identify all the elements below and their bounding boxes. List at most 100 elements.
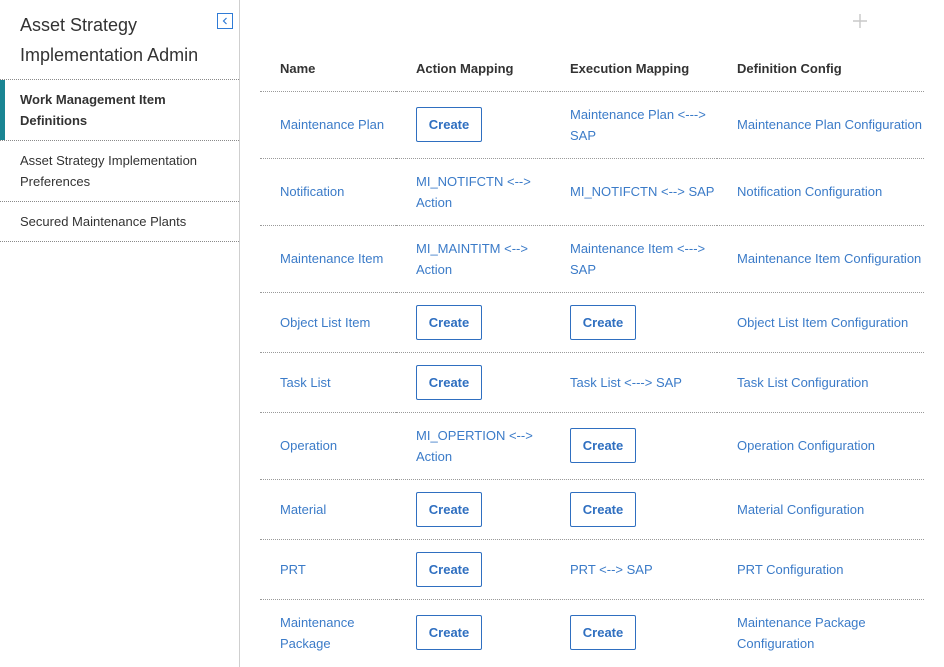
name-cell: Maintenance Plan (260, 90, 396, 158)
action-mapping-cell: Create (396, 90, 550, 158)
name-cell: Notification (260, 157, 396, 225)
action-mapping-cell: MI_OPERTION <--> Action (396, 411, 550, 479)
action-mapping-create-button[interactable]: Create (416, 491, 482, 527)
action-mapping-cell: Create (396, 291, 550, 352)
name-link[interactable]: Maintenance Package (280, 615, 354, 651)
main-content: Name Action Mapping Execution Mapping De… (241, 0, 944, 667)
name-link[interactable]: Material (280, 502, 326, 517)
definition-config-link[interactable]: Material Configuration (737, 502, 864, 517)
sidebar-item-asset-strategy-implementation-preferences[interactable]: Asset Strategy Implementation Preference… (0, 140, 239, 201)
definition-config-link[interactable]: Notification Configuration (737, 184, 882, 199)
definition-config-link[interactable]: Maintenance Item Configuration (737, 251, 921, 266)
definition-config-cell: Maintenance Item Configuration (717, 224, 924, 292)
execution-mapping-link[interactable]: Maintenance Plan <---> SAP (570, 107, 706, 143)
definition-config-cell: PRT Configuration (717, 538, 924, 599)
execution-mapping-create-button[interactable]: Create (570, 304, 636, 340)
plus-icon[interactable] (851, 12, 869, 30)
action-mapping-create-button[interactable]: Create (416, 304, 482, 340)
definition-config-cell: Maintenance Package Configuration (717, 598, 924, 666)
execution-mapping-cell: Create (550, 598, 717, 666)
execution-mapping-cell: Maintenance Item <---> SAP (550, 224, 717, 292)
table-body: Maintenance Plan Create Maintenance Plan <… (260, 90, 924, 666)
name-link[interactable]: Operation (280, 438, 337, 453)
execution-mapping-cell: Task List <---> SAP (550, 351, 717, 412)
definition-config-cell: Object List Item Configuration (717, 291, 924, 352)
table-header-row: Name Action Mapping Execution Mapping De… (260, 46, 924, 91)
name-cell: Operation (260, 411, 396, 479)
execution-mapping-link[interactable]: PRT <--> SAP (570, 562, 653, 577)
sidebar-nav: Work Management Item Definitions Asset S… (0, 79, 239, 242)
definition-config-cell: Operation Configuration (717, 411, 924, 479)
chevron-left-icon (222, 17, 227, 25)
sidebar-item-label: Work Management Item Definitions (20, 92, 166, 128)
column-header-execution-mapping: Execution Mapping (570, 60, 690, 76)
sidebar-item-label: Secured Maintenance Plants (20, 214, 187, 229)
definition-config-cell: Task List Configuration (717, 351, 924, 412)
table-row: Maintenance Item MI_MAINTITM <--> Action M… (260, 224, 924, 292)
table-row: Maintenance Plan Create Maintenance Plan <… (260, 90, 924, 158)
sidebar: Asset Strategy Implementation Admin Work… (0, 0, 240, 667)
collapse-sidebar-button[interactable] (217, 13, 233, 29)
execution-mapping-create-button[interactable]: Create (570, 428, 636, 463)
action-mapping-cell: MI_MAINTITM <--> Action (396, 224, 550, 292)
action-mapping-link[interactable]: MI_NOTIFCTN <--> Action (416, 174, 531, 210)
name-link[interactable]: Maintenance Plan (280, 117, 384, 132)
execution-mapping-cell: Maintenance Plan <---> SAP (550, 90, 717, 158)
action-mapping-create-button[interactable]: Create (416, 364, 482, 400)
action-mapping-cell: Create (396, 598, 550, 666)
name-link[interactable]: PRT (280, 562, 306, 577)
name-link[interactable]: Object List Item (280, 315, 370, 330)
action-mapping-create-button[interactable]: Create (416, 107, 482, 142)
table-row: Material Create Create Material Configurati… (260, 478, 924, 539)
execution-mapping-cell: Create (550, 478, 717, 539)
definition-config-link[interactable]: Operation Configuration (737, 438, 875, 453)
execution-mapping-link[interactable]: MI_NOTIFCTN <--> SAP (570, 184, 714, 199)
execution-mapping-cell: PRT <--> SAP (550, 538, 717, 599)
execution-mapping-cell: Create (550, 291, 717, 352)
name-link[interactable]: Notification (280, 184, 344, 199)
name-cell: Task List (260, 351, 396, 412)
action-mapping-cell: MI_NOTIFCTN <--> Action (396, 157, 550, 225)
execution-mapping-link[interactable]: Task List <---> SAP (570, 375, 682, 390)
table-row: PRT Create PRT <--> SAP PRT Configuration (260, 538, 924, 599)
sidebar-item-label: Asset Strategy Implementation Preference… (20, 153, 198, 189)
sidebar-title: Asset Strategy Implementation Admin (20, 15, 199, 65)
definition-config-link[interactable]: Task List Configuration (737, 375, 869, 390)
table-row: Object List Item Create Create Object List … (260, 291, 924, 352)
execution-mapping-cell: MI_NOTIFCTN <--> SAP (550, 157, 717, 225)
action-mapping-create-button[interactable]: Create (416, 615, 482, 651)
sidebar-item-secured-maintenance-plants[interactable]: Secured Maintenance Plants (0, 201, 239, 242)
execution-mapping-cell: Create (550, 411, 717, 479)
table-row: Operation MI_OPERTION <--> Action Create Op… (260, 411, 924, 479)
definition-config-link[interactable]: Object List Item Configuration (737, 315, 908, 330)
definition-config-cell: Maintenance Plan Configuration (717, 90, 924, 158)
table-row: Notification MI_NOTIFCTN <--> Action MI_NO… (260, 157, 924, 225)
name-cell: PRT (260, 538, 396, 599)
name-link[interactable]: Task List (280, 375, 331, 390)
column-header-definition-config: Definition Config (737, 60, 842, 76)
definition-config-link[interactable]: PRT Configuration (737, 562, 843, 577)
definitions-table: Name Action Mapping Execution Mapping De… (260, 46, 924, 666)
name-link[interactable]: Maintenance Item (280, 251, 383, 266)
table-row: Maintenance Package Create Create Maintenan… (260, 598, 924, 666)
name-cell: Material (260, 478, 396, 539)
definition-config-link[interactable]: Maintenance Plan Configuration (737, 117, 922, 132)
action-mapping-link[interactable]: MI_MAINTITM <--> Action (416, 241, 528, 277)
execution-mapping-create-button[interactable]: Create (570, 615, 636, 651)
action-mapping-create-button[interactable]: Create (416, 551, 482, 587)
action-mapping-cell: Create (396, 478, 550, 539)
name-cell: Object List Item (260, 291, 396, 352)
definition-config-cell: Material Configuration (717, 478, 924, 539)
name-cell: Maintenance Item (260, 224, 396, 292)
definition-config-link[interactable]: Maintenance Package Configuration (737, 615, 866, 651)
execution-mapping-create-button[interactable]: Create (570, 491, 636, 527)
action-mapping-cell: Create (396, 351, 550, 412)
sidebar-item-work-management-item-definitions[interactable]: Work Management Item Definitions (0, 79, 239, 140)
column-header-action-mapping: Action Mapping (416, 60, 514, 76)
definition-config-cell: Notification Configuration (717, 157, 924, 225)
action-mapping-cell: Create (396, 538, 550, 599)
name-cell: Maintenance Package (260, 598, 396, 666)
action-mapping-link[interactable]: MI_OPERTION <--> Action (416, 428, 533, 464)
column-header-name: Name (280, 60, 316, 76)
execution-mapping-link[interactable]: Maintenance Item <---> SAP (570, 241, 705, 277)
